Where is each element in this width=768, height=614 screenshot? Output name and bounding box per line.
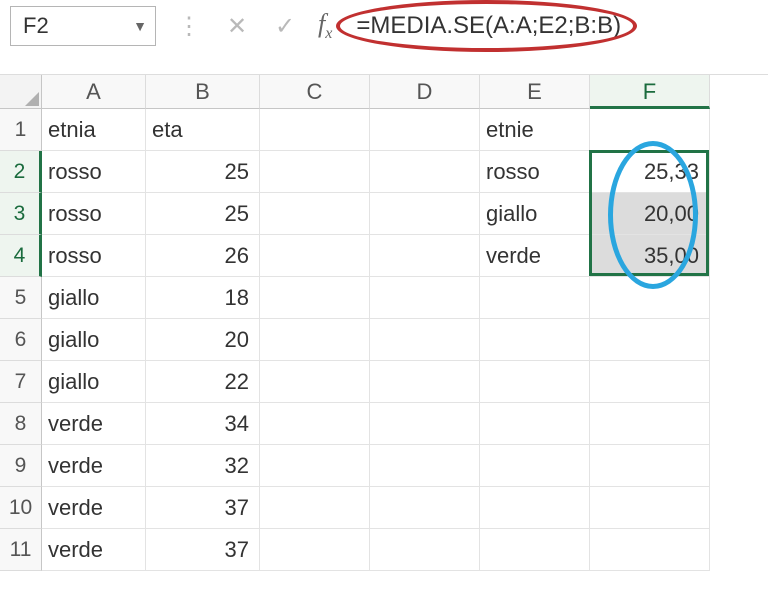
name-box[interactable]: F2 ▼: [10, 6, 156, 46]
cell-A11[interactable]: verde: [42, 529, 146, 571]
cell-C4[interactable]: [260, 235, 370, 277]
cell-B3[interactable]: 25: [146, 193, 260, 235]
cell-F6[interactable]: [590, 319, 710, 361]
row-header-8[interactable]: 8: [0, 403, 42, 445]
cell-A4[interactable]: rosso: [42, 235, 146, 277]
cell-E6[interactable]: [480, 319, 590, 361]
cell-A2[interactable]: rosso: [42, 151, 146, 193]
cell-C8[interactable]: [260, 403, 370, 445]
cell-A1[interactable]: etnia: [42, 109, 146, 151]
formula-text: =MEDIA.SE(A:A;E2;B:B): [356, 12, 621, 40]
cell-C9[interactable]: [260, 445, 370, 487]
cell-D1[interactable]: [370, 109, 480, 151]
cell-B11[interactable]: 37: [146, 529, 260, 571]
row-header-10[interactable]: 10: [0, 487, 42, 529]
cell-A3[interactable]: rosso: [42, 193, 146, 235]
cell-B2[interactable]: 25: [146, 151, 260, 193]
cell-B10[interactable]: 37: [146, 487, 260, 529]
cell-E2[interactable]: rosso: [480, 151, 590, 193]
row-header-7[interactable]: 7: [0, 361, 42, 403]
cell-D7[interactable]: [370, 361, 480, 403]
cell-D8[interactable]: [370, 403, 480, 445]
cell-A6[interactable]: giallo: [42, 319, 146, 361]
formula-bar: F2 ▼ ⋮ ✕ ✓ fx =MEDIA.SE(A:A;E2;B:B): [0, 0, 768, 75]
enter-icon[interactable]: ✓: [270, 12, 300, 41]
cell-C10[interactable]: [260, 487, 370, 529]
col-header-C[interactable]: C: [260, 75, 370, 109]
row-header-6[interactable]: 6: [0, 319, 42, 361]
cell-D6[interactable]: [370, 319, 480, 361]
cell-E10[interactable]: [480, 487, 590, 529]
cell-D3[interactable]: [370, 193, 480, 235]
cell-B4[interactable]: 26: [146, 235, 260, 277]
cell-A9[interactable]: verde: [42, 445, 146, 487]
cell-B7[interactable]: 22: [146, 361, 260, 403]
cell-D10[interactable]: [370, 487, 480, 529]
cell-D4[interactable]: [370, 235, 480, 277]
cell-E9[interactable]: [480, 445, 590, 487]
row-header-3[interactable]: 3: [0, 193, 42, 235]
cell-F4[interactable]: 35,00: [590, 235, 710, 277]
cell-B1[interactable]: eta: [146, 109, 260, 151]
row-header-5[interactable]: 5: [0, 277, 42, 319]
col-header-F[interactable]: F: [590, 75, 710, 109]
cell-F7[interactable]: [590, 361, 710, 403]
cell-F8[interactable]: [590, 403, 710, 445]
fx-icon[interactable]: fx: [318, 9, 332, 43]
cell-B9[interactable]: 32: [146, 445, 260, 487]
cell-D11[interactable]: [370, 529, 480, 571]
cell-D2[interactable]: [370, 151, 480, 193]
name-box-value: F2: [23, 13, 49, 39]
select-all-corner[interactable]: [0, 75, 42, 109]
cell-F10[interactable]: [590, 487, 710, 529]
spreadsheet-grid[interactable]: ABCDEF1etniaetaetnie2rosso25rosso25,333r…: [0, 75, 768, 571]
cell-F1[interactable]: [590, 109, 710, 151]
cell-C1[interactable]: [260, 109, 370, 151]
row-header-1[interactable]: 1: [0, 109, 42, 151]
row-header-9[interactable]: 9: [0, 445, 42, 487]
cell-C7[interactable]: [260, 361, 370, 403]
cell-B8[interactable]: 34: [146, 403, 260, 445]
cell-D5[interactable]: [370, 277, 480, 319]
cell-F3[interactable]: 20,00: [590, 193, 710, 235]
cell-C11[interactable]: [260, 529, 370, 571]
row-header-2[interactable]: 2: [0, 151, 42, 193]
chevron-down-icon[interactable]: ▼: [133, 18, 147, 34]
cell-F9[interactable]: [590, 445, 710, 487]
cell-C3[interactable]: [260, 193, 370, 235]
cell-A5[interactable]: giallo: [42, 277, 146, 319]
col-header-E[interactable]: E: [480, 75, 590, 109]
cell-C2[interactable]: [260, 151, 370, 193]
cell-B6[interactable]: 20: [146, 319, 260, 361]
cell-B5[interactable]: 18: [146, 277, 260, 319]
row-header-11[interactable]: 11: [0, 529, 42, 571]
cell-E7[interactable]: [480, 361, 590, 403]
cell-E3[interactable]: giallo: [480, 193, 590, 235]
col-header-A[interactable]: A: [42, 75, 146, 109]
cell-A8[interactable]: verde: [42, 403, 146, 445]
cell-A10[interactable]: verde: [42, 487, 146, 529]
cell-E8[interactable]: [480, 403, 590, 445]
cell-F2[interactable]: 25,33: [590, 151, 710, 193]
cell-C5[interactable]: [260, 277, 370, 319]
row-header-4[interactable]: 4: [0, 235, 42, 277]
cell-E5[interactable]: [480, 277, 590, 319]
cell-E1[interactable]: etnie: [480, 109, 590, 151]
col-header-D[interactable]: D: [370, 75, 480, 109]
formula-input[interactable]: =MEDIA.SE(A:A;E2;B:B): [350, 8, 627, 44]
more-icon[interactable]: ⋮: [174, 12, 204, 41]
cell-F5[interactable]: [590, 277, 710, 319]
cell-D9[interactable]: [370, 445, 480, 487]
cell-C6[interactable]: [260, 319, 370, 361]
cell-F11[interactable]: [590, 529, 710, 571]
cell-E4[interactable]: verde: [480, 235, 590, 277]
cell-A7[interactable]: giallo: [42, 361, 146, 403]
cancel-icon[interactable]: ✕: [222, 12, 252, 41]
cell-E11[interactable]: [480, 529, 590, 571]
col-header-B[interactable]: B: [146, 75, 260, 109]
